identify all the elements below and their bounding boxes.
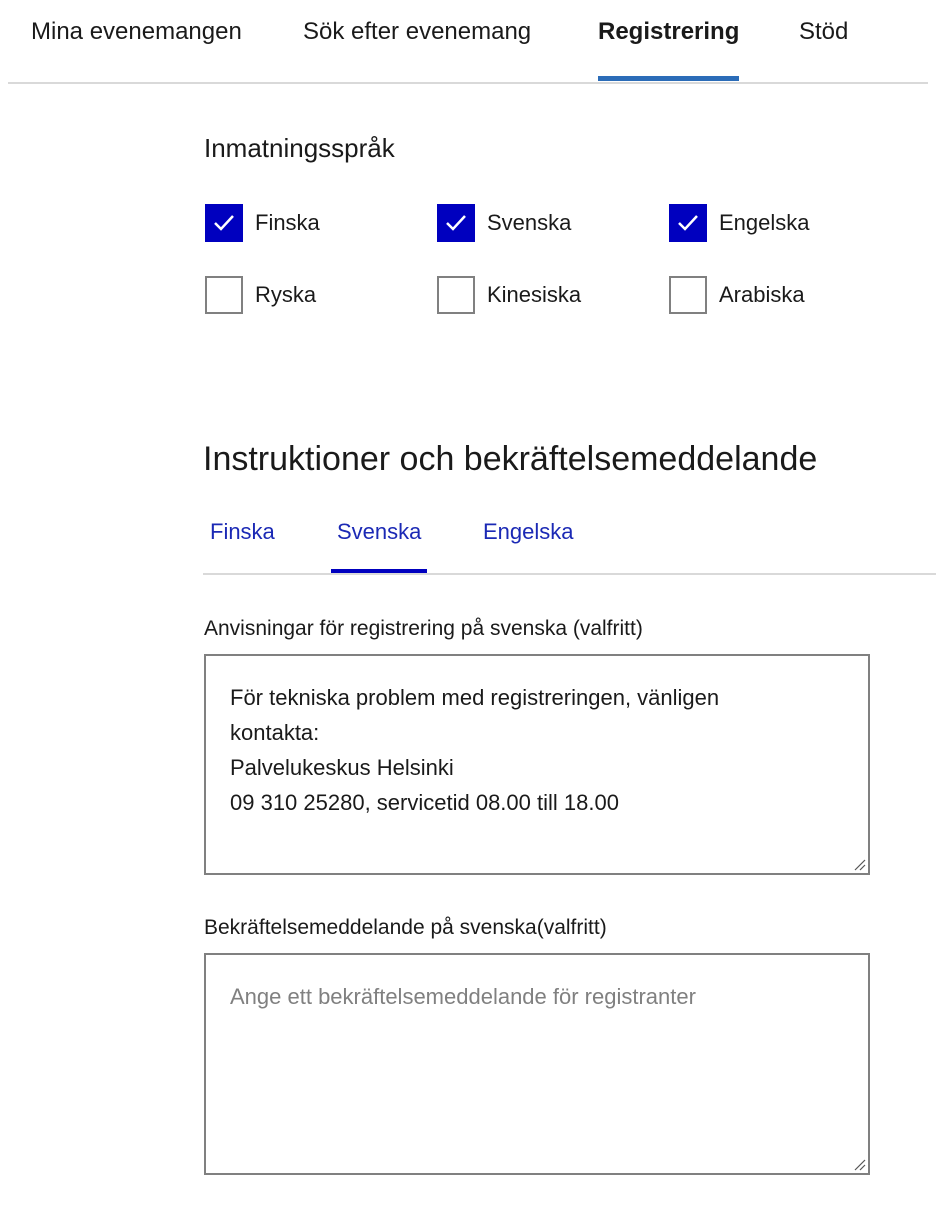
checkbox-label: Svenska (487, 210, 572, 235)
nav-divider (8, 82, 928, 84)
nav-tab-label: Sök efter evenemang (303, 18, 532, 45)
nav-tab-label: Mina evenemangen (31, 18, 242, 45)
tabs-divider (203, 573, 936, 575)
textarea-line: För tekniska problem med registreringen,… (230, 685, 720, 710)
textarea-line: Palvelukeskus Helsinki (230, 755, 454, 780)
registration-instructions-label: Anvisningar för registrering på svenska … (204, 617, 643, 640)
textarea-line: kontakta: (230, 720, 320, 745)
active-tab-indicator (598, 76, 740, 81)
checkbox-box[interactable] (205, 276, 243, 314)
textarea-placeholder: Ange ett bekräftelsemeddelande för regis… (230, 984, 696, 1009)
tab-label: Engelska (483, 519, 574, 544)
nav-tab-mina-evenemangen[interactable]: Mina evenemangen (31, 18, 242, 46)
textarea-line: 09 310 25280, servicetid 08.00 till 18.0… (230, 790, 619, 815)
checkbox-box[interactable] (205, 204, 243, 242)
checkbox-label: Engelska (719, 210, 810, 235)
tab-engelska[interactable]: Engelska (483, 519, 574, 545)
checkbox-ryska[interactable]: Ryska (205, 276, 316, 314)
nav-tab-registrering[interactable]: Registrering (598, 18, 740, 81)
registration-instructions-textarea[interactable]: För tekniska problem med registreringen,… (204, 654, 870, 875)
tab-label: Finska (210, 519, 275, 544)
checkbox-arabiska[interactable]: Arabiska (669, 276, 805, 314)
nav-tab-stod[interactable]: Stöd (799, 18, 848, 46)
checkbox-label: Finska (255, 210, 320, 235)
resize-handle-icon[interactable] (852, 857, 866, 871)
checkbox-box[interactable] (437, 276, 475, 314)
checkbox-finska[interactable]: Finska (205, 204, 320, 242)
tab-finska[interactable]: Finska (210, 519, 275, 545)
nav-tab-sok-efter-evenemang[interactable]: Sök efter evenemang (303, 18, 531, 46)
checkmark-icon (446, 215, 466, 231)
input-languages-title: Inmatningsspråk (204, 133, 395, 163)
checkbox-label: Kinesiska (487, 282, 582, 307)
tab-label: Svenska (337, 519, 422, 544)
tab-svenska[interactable]: Svenska (331, 519, 428, 574)
checkmark-icon (678, 215, 698, 231)
confirmation-message-textarea[interactable]: Ange ett bekräftelsemeddelande för regis… (204, 953, 870, 1175)
nav-tab-label: Stöd (799, 18, 849, 45)
top-navigation: Mina evenemangen Sök efter evenemang Reg… (0, 0, 936, 84)
nav-tab-label: Registrering (598, 18, 740, 45)
checkbox-label: Ryska (255, 282, 317, 307)
language-tabs: Finska Svenska Engelska (203, 505, 936, 575)
checkbox-kinesiska[interactable]: Kinesiska (437, 276, 581, 314)
checkmark-icon (214, 215, 234, 231)
resize-handle-icon[interactable] (852, 1157, 866, 1171)
confirmation-message-label: Bekräftelsemeddelande på svenska(valfrit… (204, 916, 607, 939)
instructions-heading: Instruktioner och bekräftelsemeddelande (203, 440, 818, 478)
checkbox-box[interactable] (437, 204, 475, 242)
checkbox-engelska[interactable]: Engelska (669, 204, 810, 242)
checkbox-label: Arabiska (719, 282, 805, 307)
checkbox-box[interactable] (669, 204, 707, 242)
checkbox-svenska[interactable]: Svenska (437, 204, 571, 242)
checkbox-box[interactable] (669, 276, 707, 314)
